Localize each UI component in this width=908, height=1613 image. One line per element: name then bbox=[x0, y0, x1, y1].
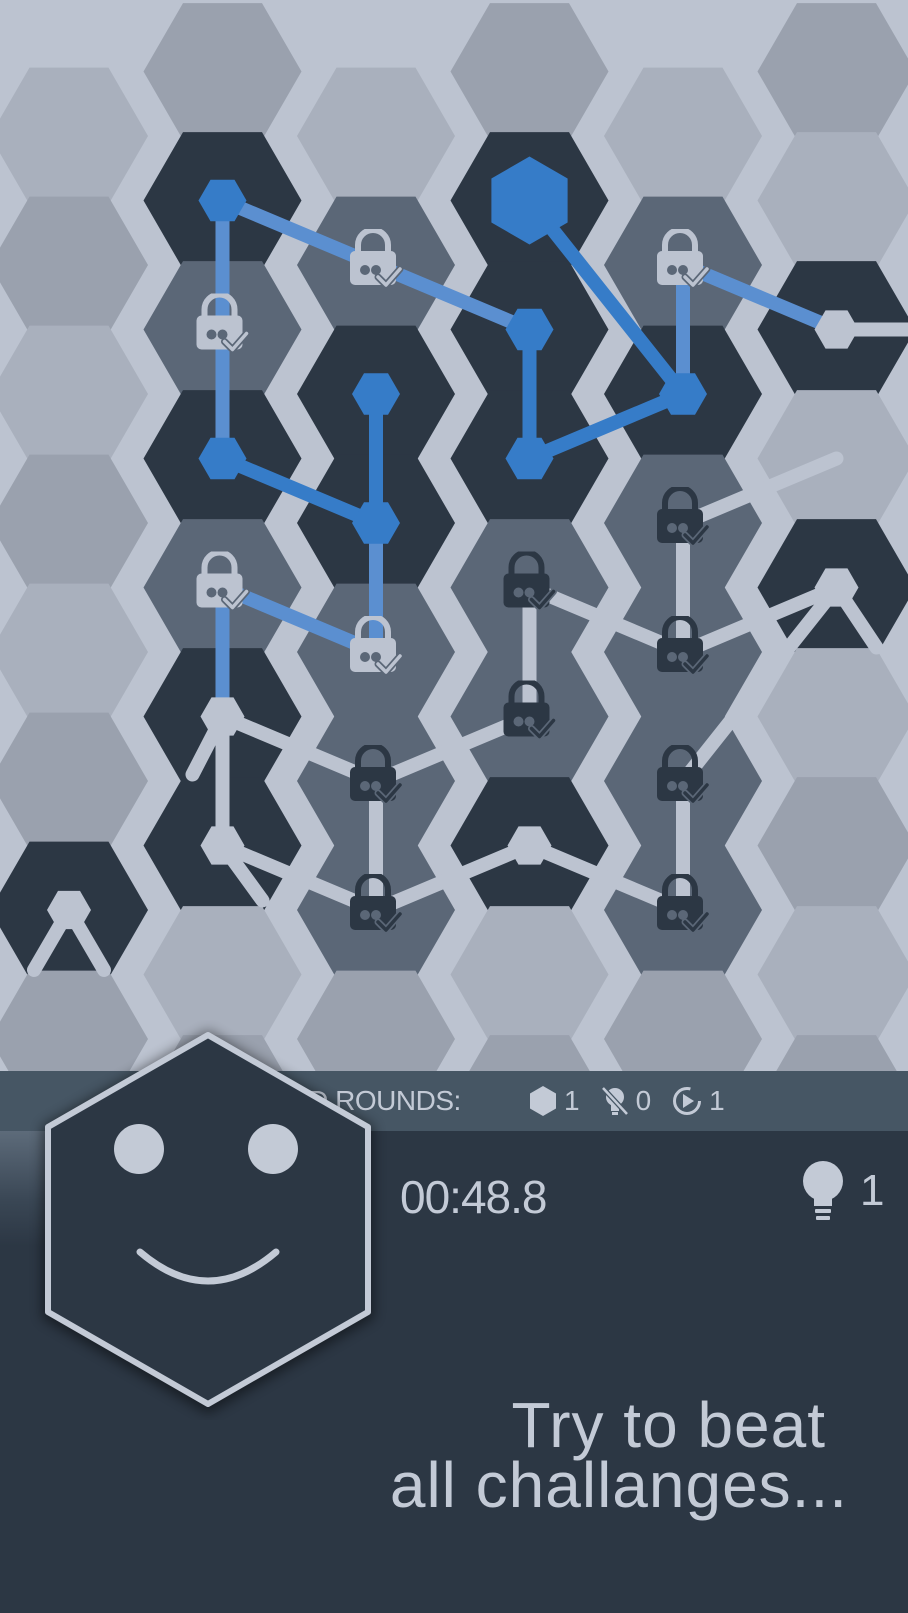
no-hint-bulb-icon bbox=[600, 1086, 629, 1116]
rounds-stats: 1 0 1 bbox=[528, 1071, 745, 1131]
hex-tile-empty bbox=[466, 1035, 593, 1075]
replay-stat: 1 bbox=[671, 1085, 725, 1117]
hex-tile-empty bbox=[604, 970, 762, 1075]
hex-tile-empty bbox=[0, 583, 148, 721]
hex-tile-empty bbox=[450, 906, 609, 1043]
hex-tile-empty bbox=[0, 712, 148, 850]
hexagon-icon bbox=[530, 1086, 556, 1116]
hex-tile-empty bbox=[0, 67, 148, 205]
hex-tile-empty bbox=[604, 67, 762, 205]
hex-tile-empty bbox=[773, 1035, 900, 1075]
hex-tile-empty bbox=[0, 196, 148, 334]
message-line-1: Try to beat bbox=[511, 1389, 826, 1461]
hint-count: 1 bbox=[860, 1166, 885, 1215]
hex-tile-empty bbox=[757, 777, 908, 914]
hex-tile-empty bbox=[143, 3, 302, 140]
replay-count: 1 bbox=[709, 1085, 725, 1116]
lightbulb-icon bbox=[803, 1161, 843, 1220]
message-line-2: all challanges... bbox=[389, 1449, 848, 1521]
hex-tile-empty bbox=[757, 3, 908, 140]
no-hint-count: 0 bbox=[635, 1085, 652, 1116]
hint-button[interactable]: 1 bbox=[800, 1160, 884, 1222]
smiley-hexagon-icon bbox=[42, 1030, 374, 1414]
hex-tile-empty bbox=[450, 3, 609, 140]
solved-stat: 1 bbox=[528, 1085, 580, 1117]
hex-tile-empty bbox=[0, 454, 148, 592]
replay-icon bbox=[673, 1087, 702, 1115]
hex-tile-empty bbox=[757, 132, 908, 269]
hex-tile-empty bbox=[297, 67, 455, 205]
hex-tile-empty bbox=[757, 906, 908, 1043]
hex-tile-empty bbox=[0, 325, 148, 463]
no-hint-stat: 0 bbox=[600, 1085, 652, 1117]
timer: 00:48.8 bbox=[400, 1171, 547, 1223]
hex-grid[interactable] bbox=[0, 0, 908, 1075]
message-text: Try to beat all challanges... bbox=[248, 1389, 848, 1521]
game-board[interactable] bbox=[0, 0, 908, 1075]
solved-count: 1 bbox=[564, 1085, 580, 1116]
